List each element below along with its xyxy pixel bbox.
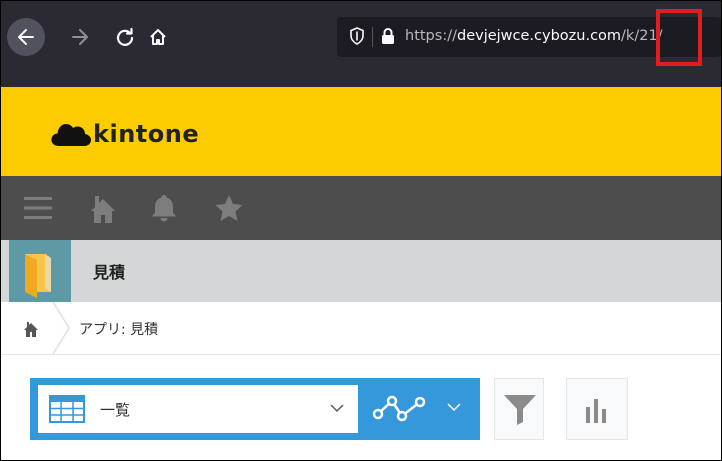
app-folder-icon[interactable] [9,240,71,302]
view-select-label: 一覧 [100,401,131,419]
star-icon[interactable] [214,193,244,223]
screenshot-frame: https://devjejwce.cybozu.com/k/21/ kinto… [0,0,722,461]
view-select-dropdown[interactable]: 一覧 [38,385,358,433]
breadcrumb-home-icon[interactable] [23,321,39,337]
forward-arrow-icon [72,29,88,45]
highlight-annotation-box [656,9,702,66]
chart-button[interactable] [566,378,628,440]
url-host: devjejwce.cybozu.com [456,28,622,44]
url-text[interactable]: https://devjejwce.cybozu.com/k/21/ [405,28,663,44]
bell-icon[interactable] [151,193,177,223]
browser-toolbar: https://devjejwce.cybozu.com/k/21/ [1,1,721,87]
global-nav [1,176,721,240]
url-scheme: https:// [405,28,457,44]
back-arrow-icon [18,29,34,45]
breadcrumb-chevron-icon [52,302,70,354]
chart-icon [586,399,606,423]
chevron-down-icon [330,404,344,413]
cloud-logo-icon [51,124,91,146]
shield-icon[interactable] [349,27,365,45]
graph-chevron-down-icon[interactable] [447,402,461,412]
graph-icon[interactable] [372,390,434,426]
view-selector-group: 一覧 [30,378,480,440]
home-icon [150,29,166,45]
reload-icon [116,27,134,46]
breadcrumb-app-link[interactable]: アプリ: 見積 [79,319,158,339]
app-title: 見積 [93,263,126,282]
table-view-icon [49,395,85,423]
portal-home-icon[interactable] [89,193,117,223]
logo-text: kintone [93,120,200,148]
forward-button[interactable] [61,18,99,56]
home-button[interactable] [139,18,177,56]
url-separator [372,27,373,47]
filter-icon [504,395,536,425]
lock-icon[interactable] [381,27,395,45]
filter-button[interactable] [494,378,544,440]
back-button[interactable] [7,18,45,56]
menu-icon[interactable] [23,193,53,223]
kintone-header: kintone [1,87,721,176]
kintone-logo[interactable]: kintone [51,120,199,148]
breadcrumb: アプリ: 見積 [1,302,721,355]
